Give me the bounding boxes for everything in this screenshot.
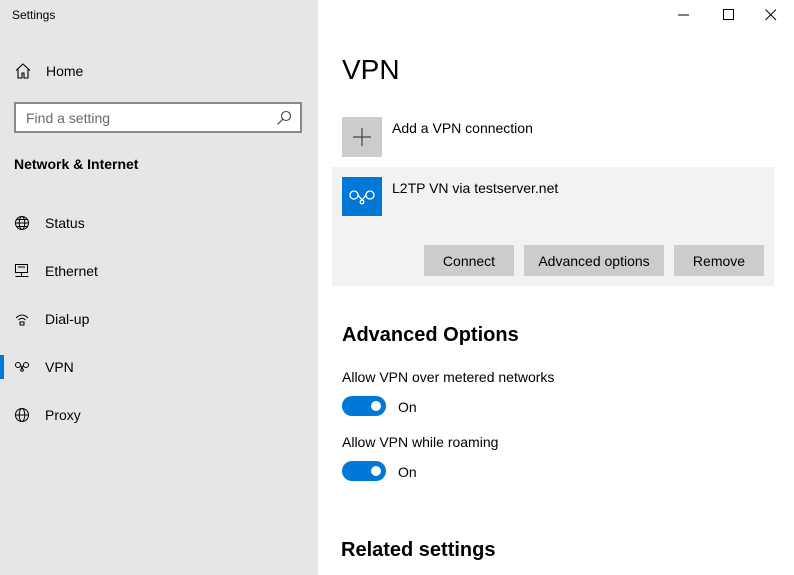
vpn-connection-name: L2TP VN via testserver.net [392, 180, 559, 196]
sidebar-item-vpn[interactable]: VPN [0, 347, 318, 387]
home-label: Home [46, 63, 84, 79]
add-vpn-connection-button[interactable]: Add a VPN connection [342, 117, 762, 157]
metered-toggle-state: On [398, 399, 417, 415]
sidebar-item-label: Dial-up [45, 311, 90, 327]
search-icon[interactable] [276, 110, 292, 126]
sidebar: Settings Home Network & Internet [0, 0, 318, 575]
section-heading: Network & Internet [14, 156, 139, 172]
home-nav-item[interactable]: Home [0, 52, 318, 90]
related-settings-heading: Related settings [341, 539, 496, 561]
globe-status-icon [14, 215, 30, 231]
sidebar-item-label: VPN [45, 359, 74, 375]
toggle-knob [371, 401, 381, 411]
app-title: Settings [12, 8, 56, 22]
vpn-tile [342, 177, 382, 216]
remove-button[interactable]: Remove [674, 245, 764, 276]
plus-tile [342, 117, 382, 157]
maximize-icon [723, 9, 734, 20]
dialup-icon [14, 311, 30, 327]
roaming-option-label: Allow VPN while roaming [342, 434, 499, 450]
maximize-button[interactable] [706, 0, 752, 30]
connect-button[interactable]: Connect [424, 245, 514, 276]
minimize-button[interactable] [661, 0, 707, 30]
globe-icon [14, 407, 30, 423]
search-input[interactable] [16, 104, 300, 131]
vpn-icon [14, 359, 30, 375]
sidebar-item-ethernet[interactable]: Ethernet [0, 251, 318, 291]
settings-window: Settings Home Network & Internet [0, 0, 794, 575]
sidebar-item-label: Ethernet [45, 263, 98, 279]
selection-indicator [0, 355, 4, 379]
sidebar-item-label: Proxy [45, 407, 81, 423]
sidebar-item-status[interactable]: Status [0, 203, 318, 243]
plus-icon [353, 128, 371, 146]
close-button[interactable] [748, 0, 794, 30]
search-box[interactable] [14, 102, 302, 133]
home-icon [14, 62, 32, 80]
vpn-connection-card[interactable]: L2TP VN via testserver.net Connect Advan… [332, 167, 774, 286]
roaming-toggle-state: On [398, 464, 417, 480]
advanced-options-button[interactable]: Advanced options [524, 245, 664, 276]
add-vpn-label: Add a VPN connection [392, 120, 533, 136]
roaming-toggle[interactable] [342, 461, 386, 481]
toggle-knob [371, 466, 381, 476]
metered-toggle[interactable] [342, 396, 386, 416]
sidebar-item-dial-up[interactable]: Dial-up [0, 299, 318, 339]
metered-option-label: Allow VPN over metered networks [342, 369, 555, 385]
page-title: VPN [342, 54, 400, 85]
ethernet-icon [14, 263, 30, 279]
sidebar-item-proxy[interactable]: Proxy [0, 395, 318, 435]
close-icon [765, 9, 777, 21]
minimize-icon [678, 14, 689, 16]
vpn-icon [349, 190, 375, 205]
sidebar-item-label: Status [45, 215, 85, 231]
advanced-options-heading: Advanced Options [342, 324, 519, 346]
